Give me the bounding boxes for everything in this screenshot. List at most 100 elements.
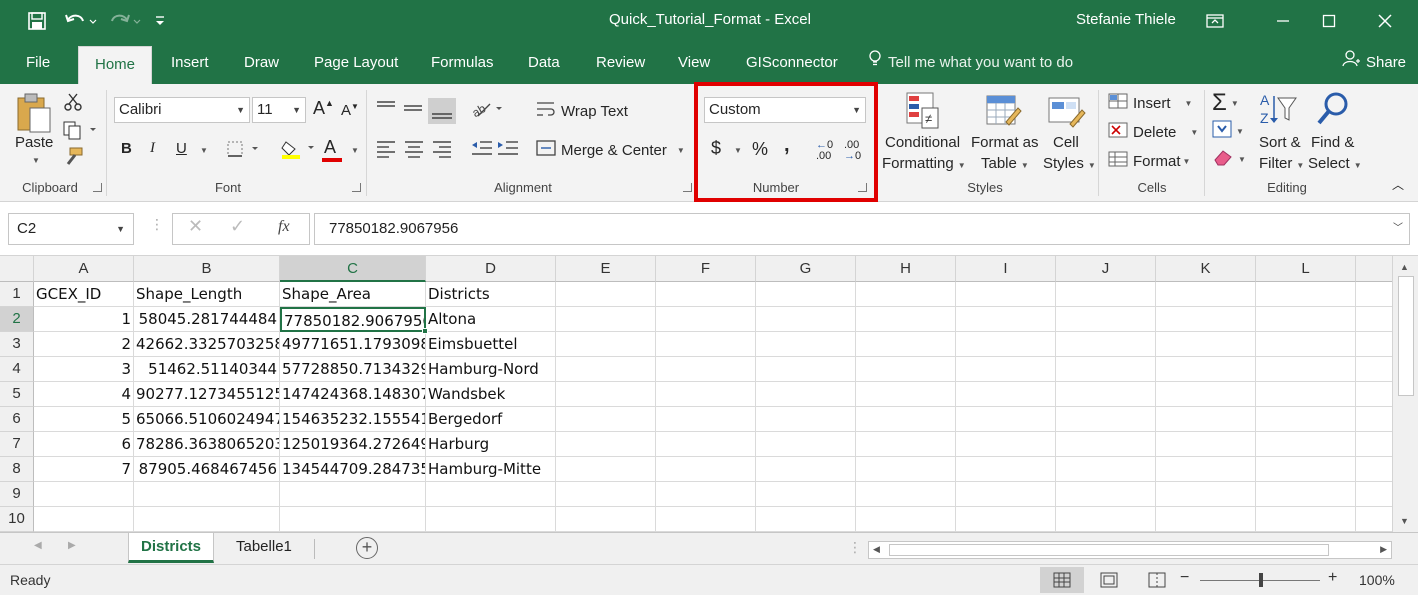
delete-cells-button[interactable]: Delete ▼: [1108, 121, 1198, 143]
cell[interactable]: [756, 482, 856, 507]
cell[interactable]: [556, 507, 656, 532]
font-launcher-icon[interactable]: [352, 183, 361, 192]
cell[interactable]: [856, 407, 956, 432]
cell-styles-label-1[interactable]: Cell: [1053, 134, 1079, 151]
cell[interactable]: [1156, 432, 1256, 457]
percent-button[interactable]: %: [752, 139, 768, 160]
cell[interactable]: [1256, 482, 1356, 507]
cell[interactable]: [956, 432, 1056, 457]
cell[interactable]: [956, 332, 1056, 357]
cell[interactable]: [856, 282, 956, 307]
next-sheet-icon[interactable]: ▶: [68, 540, 76, 551]
cell[interactable]: [656, 357, 756, 382]
cell[interactable]: [856, 482, 956, 507]
redo-icon[interactable]: [104, 0, 144, 42]
cell[interactable]: Districts: [426, 282, 556, 307]
alignment-launcher-icon[interactable]: [683, 183, 692, 192]
cell[interactable]: [1256, 307, 1356, 332]
orientation-icon[interactable]: ab: [470, 98, 506, 123]
cell[interactable]: [556, 357, 656, 382]
drag-handle-icon[interactable]: ⋮: [848, 539, 862, 556]
tab-data[interactable]: Data: [528, 42, 560, 84]
undo-icon[interactable]: [60, 0, 100, 42]
cell[interactable]: [1156, 357, 1256, 382]
zoom-level[interactable]: 100%: [1359, 572, 1395, 588]
enter-icon[interactable]: ✓: [230, 216, 245, 237]
column-header[interactable]: I: [956, 256, 1056, 282]
row-header[interactable]: 10: [0, 507, 34, 532]
cell[interactable]: 58045.281744484: [134, 307, 280, 332]
cell[interactable]: 51462.51140344: [134, 357, 280, 382]
paste-dropdown-icon[interactable]: ▼: [32, 156, 40, 165]
row-header[interactable]: 1: [0, 282, 34, 307]
cell[interactable]: 57728850.7134329: [280, 357, 426, 382]
cell[interactable]: [1356, 407, 1392, 432]
cell[interactable]: [956, 357, 1056, 382]
merge-center-button[interactable]: Merge & Center ▼: [536, 139, 685, 161]
column-header[interactable]: E: [556, 256, 656, 282]
cell[interactable]: [756, 407, 856, 432]
conditional-formatting-label-1[interactable]: Conditional: [885, 134, 960, 151]
cell[interactable]: GCEX_ID: [34, 282, 134, 307]
tab-gisconnector[interactable]: GISconnector: [746, 42, 838, 84]
cell[interactable]: [1256, 357, 1356, 382]
cell-styles-button[interactable]: Styles ▼: [1043, 155, 1096, 172]
bold-button[interactable]: B: [121, 140, 132, 157]
align-left-icon[interactable]: [374, 138, 458, 163]
page-layout-view-icon[interactable]: [1100, 572, 1118, 591]
cell[interactable]: 147424368.148307: [280, 382, 426, 407]
vertical-scrollbar[interactable]: ▲ ▼: [1392, 256, 1418, 532]
cell[interactable]: [1256, 407, 1356, 432]
cell[interactable]: [1356, 507, 1392, 532]
cell[interactable]: [556, 332, 656, 357]
tab-view[interactable]: View: [678, 42, 710, 84]
cell[interactable]: [1256, 282, 1356, 307]
minimize-icon[interactable]: [1260, 0, 1306, 42]
cell[interactable]: [34, 482, 134, 507]
cell-styles-icon[interactable]: [1048, 92, 1086, 133]
cell[interactable]: [756, 457, 856, 482]
increase-decimal-button[interactable]: ←0.00: [816, 140, 833, 162]
cell[interactable]: [556, 382, 656, 407]
cell[interactable]: [1056, 357, 1156, 382]
cell[interactable]: Harburg: [426, 432, 556, 457]
cell[interactable]: [280, 482, 426, 507]
cell[interactable]: [656, 282, 756, 307]
cell[interactable]: [1156, 407, 1256, 432]
cell[interactable]: [1156, 482, 1256, 507]
cell[interactable]: [656, 382, 756, 407]
tab-page-layout[interactable]: Page Layout: [314, 42, 398, 84]
column-header[interactable]: K: [1156, 256, 1256, 282]
cell[interactable]: [756, 432, 856, 457]
collapse-ribbon-icon[interactable]: ︿: [1392, 176, 1404, 193]
cell[interactable]: Hamburg-Nord: [426, 357, 556, 382]
cell[interactable]: [556, 407, 656, 432]
font-size-select[interactable]: 11 ▼: [252, 97, 306, 123]
find-select-label-1[interactable]: Find &: [1311, 134, 1354, 151]
underline-dropdown-icon[interactable]: ▼: [200, 146, 208, 155]
column-header[interactable]: B: [134, 256, 280, 282]
cell[interactable]: Shape_Length: [134, 282, 280, 307]
tab-formulas[interactable]: Formulas: [431, 42, 494, 84]
row-header[interactable]: 7: [0, 432, 34, 457]
cell[interactable]: [656, 507, 756, 532]
cell[interactable]: 90277.1273455125: [134, 382, 280, 407]
cell[interactable]: [1356, 332, 1392, 357]
cell[interactable]: 7: [34, 457, 134, 482]
cell[interactable]: [956, 282, 1056, 307]
tell-me-box[interactable]: Tell me what you want to do: [868, 42, 1073, 84]
cell[interactable]: 154635232.155541: [280, 407, 426, 432]
row-header[interactable]: 3: [0, 332, 34, 357]
scroll-thumb[interactable]: [1398, 276, 1414, 396]
cell[interactable]: [856, 332, 956, 357]
cell[interactable]: 6: [34, 432, 134, 457]
column-header[interactable]: C: [280, 256, 426, 282]
cell[interactable]: [556, 307, 656, 332]
cell[interactable]: [1156, 382, 1256, 407]
cell[interactable]: 5: [34, 407, 134, 432]
column-header[interactable]: D: [426, 256, 556, 282]
cell[interactable]: [134, 507, 280, 532]
format-as-table-icon[interactable]: [986, 92, 1022, 133]
zoom-out-icon[interactable]: −: [1180, 569, 1189, 587]
cell[interactable]: Wandsbek: [426, 382, 556, 407]
